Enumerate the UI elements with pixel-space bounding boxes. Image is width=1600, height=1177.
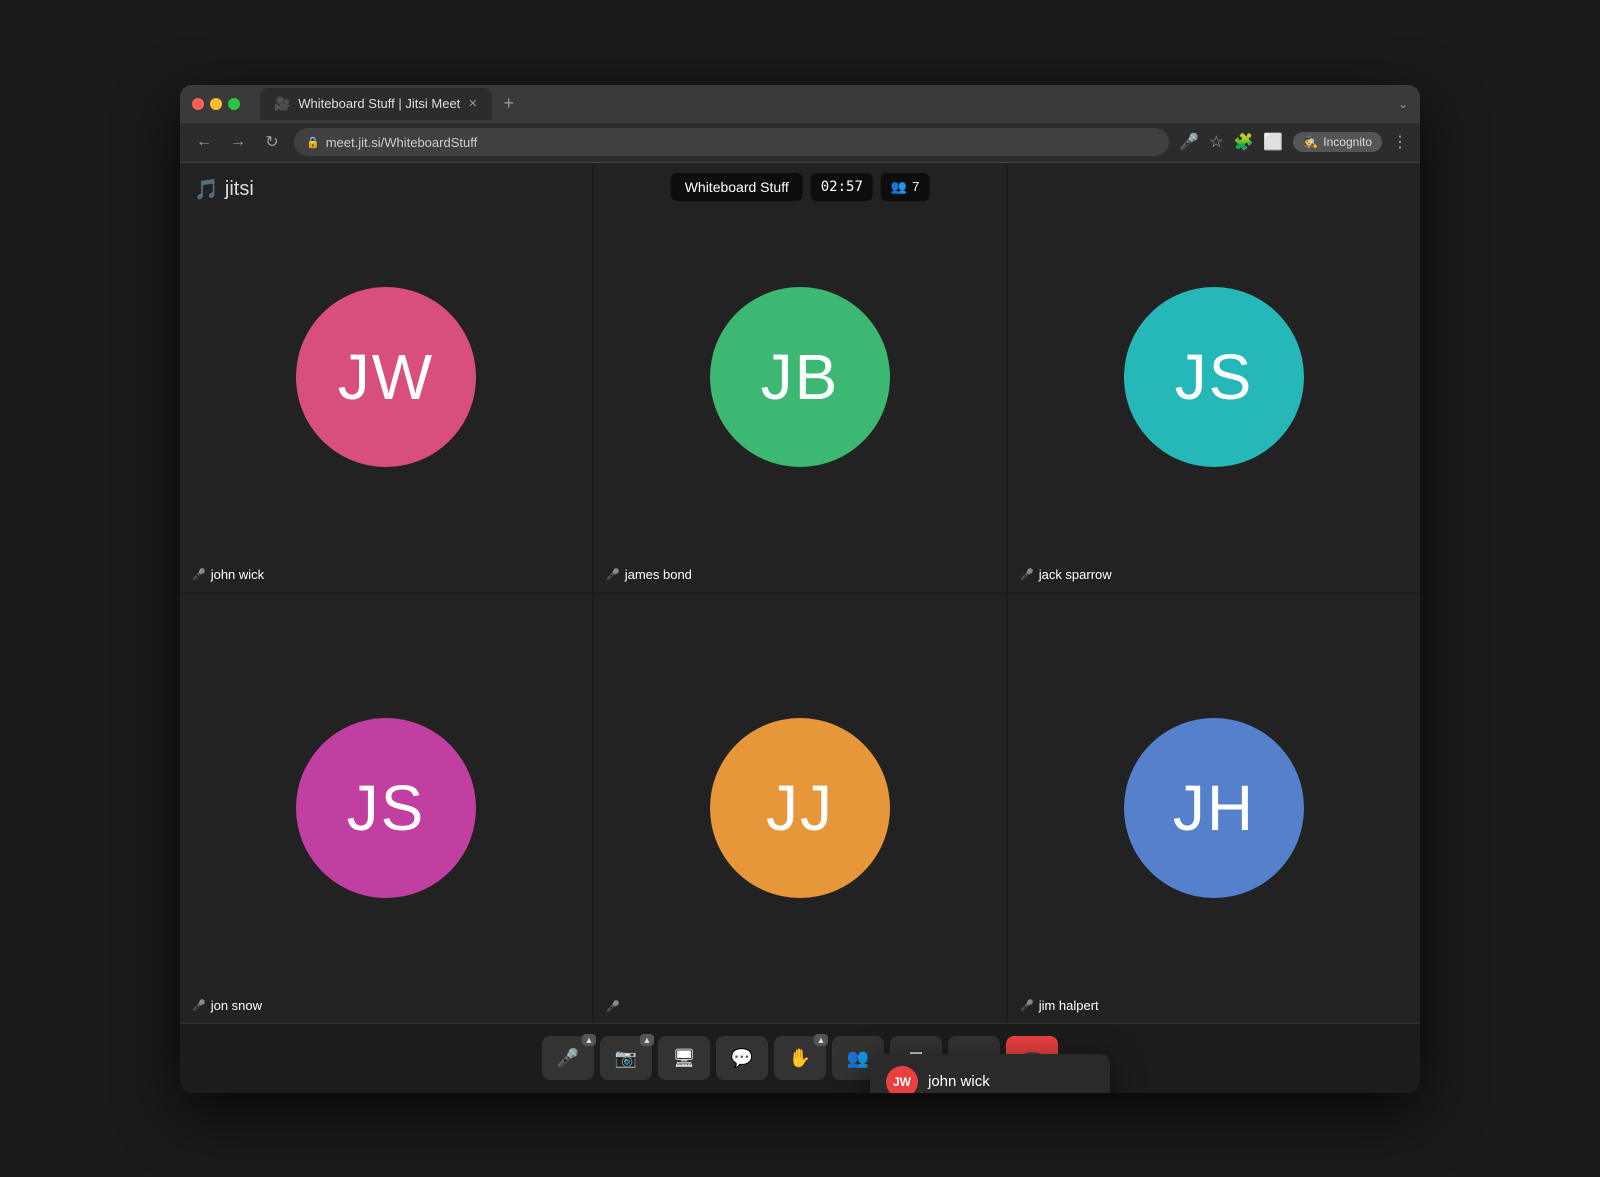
browser-menu-icon[interactable]: ⋮ <box>1392 132 1408 152</box>
jitsi-text: jitsi <box>225 178 254 201</box>
reload-button[interactable]: ↻ <box>260 132 284 152</box>
video-cell-jsnow: JS 🎤 jon snow <box>180 594 592 1023</box>
meeting-topbar: Whiteboard Stuff 02:57 👥 7 <box>671 173 930 201</box>
participant-label-jb: 🎤 james bond <box>606 567 692 582</box>
camera-button[interactable]: 📷 ▲ <box>600 1036 652 1080</box>
raise-hand-button[interactable]: ✋ ▲ <box>774 1036 826 1080</box>
bookmark-icon[interactable]: ☆ <box>1209 132 1223 152</box>
meeting-toolbar: 🎤 ▲ 📷 ▲ 🖥 💬 ✋ ▲ 👥 ⊞ <box>180 1023 1420 1093</box>
close-button[interactable] <box>192 98 204 110</box>
video-grid: JW 🎤 john wick JB 🎤 james bond JS 🎤 jack… <box>180 163 1420 1023</box>
avatar-js1: JS <box>1124 287 1304 467</box>
title-bar: 🎥 Whiteboard Stuff | Jitsi Meet ✕ + ⌄ <box>180 85 1420 123</box>
participant-label-jw: 🎤 john wick <box>192 567 264 582</box>
meeting-area: 🎵 jitsi Whiteboard Stuff 02:57 👥 7 JW 🎤 … <box>180 163 1420 1093</box>
participant-name-js1: jack sparrow <box>1039 567 1112 582</box>
chat-icon: 💬 <box>731 1048 753 1069</box>
menu-user-avatar: JW <box>886 1066 918 1093</box>
tab-manager-icon[interactable]: ⬜ <box>1263 132 1283 152</box>
avatar-jw: JW <box>296 287 476 467</box>
participant-count: 7 <box>912 179 919 194</box>
meeting-title: Whiteboard Stuff <box>671 173 803 201</box>
participant-label-js1: 🎤 jack sparrow <box>1020 567 1112 582</box>
active-tab[interactable]: 🎥 Whiteboard Stuff | Jitsi Meet ✕ <box>260 88 492 120</box>
mic-icon-jh: 🎤 <box>1020 999 1034 1012</box>
camera-chevron-icon: ▲ <box>640 1034 654 1046</box>
mic-icon-jw: 🎤 <box>192 568 206 581</box>
new-tab-button[interactable]: + <box>498 93 521 114</box>
participant-name-jw: john wick <box>211 567 264 582</box>
tab-bar: 🎥 Whiteboard Stuff | Jitsi Meet ✕ + ⌄ <box>260 88 1408 120</box>
mic-icon-jb: 🎤 <box>606 568 620 581</box>
back-button[interactable]: ← <box>192 133 216 151</box>
avatar-jsnow: JS <box>296 718 476 898</box>
incognito-icon: 🕵 <box>1303 135 1318 149</box>
participant-name-jh: jim halpert <box>1039 998 1099 1013</box>
participants-icon: 👥 <box>891 179 907 195</box>
participants-btn-icon: 👥 <box>847 1048 869 1069</box>
dropdown-menu: JW john wick 👤 Invite people ⚙ Performan… <box>870 1054 1110 1093</box>
mic-icon-js1: 🎤 <box>1020 568 1034 581</box>
jitsi-logo: 🎵 jitsi <box>194 177 254 202</box>
address-actions: 🎤 ☆ 🧩 ⬜ 🕵 Incognito ⋮ <box>1179 132 1408 152</box>
raise-hand-chevron-icon: ▲ <box>814 1034 828 1046</box>
participant-label-jh: 🎤 jim halpert <box>1020 998 1099 1013</box>
participants-badge[interactable]: 👥 7 <box>881 173 929 201</box>
avatar-jh: JH <box>1124 718 1304 898</box>
forward-button[interactable]: → <box>226 133 250 151</box>
avatar-jj: JJ <box>710 718 890 898</box>
url-bar[interactable]: 🔒 meet.jit.si/WhiteboardStuff <box>294 128 1169 156</box>
video-cell-jh: JH 🎤 jim halpert <box>1008 594 1420 1023</box>
participant-name-jb: james bond <box>625 567 692 582</box>
tab-title: Whiteboard Stuff | Jitsi Meet <box>298 96 460 111</box>
chat-button[interactable]: 💬 <box>716 1036 768 1080</box>
traffic-lights <box>192 98 240 110</box>
tab-close-button[interactable]: ✕ <box>468 97 477 110</box>
video-cell-js1: JS 🎤 jack sparrow <box>1008 163 1420 592</box>
raise-hand-icon: ✋ <box>789 1048 811 1069</box>
tab-favicon: 🎥 <box>274 96 290 112</box>
mic-chevron-icon: ▲ <box>582 1034 596 1046</box>
incognito-badge: 🕵 Incognito <box>1293 132 1382 152</box>
jitsi-icon: 🎵 <box>194 177 219 202</box>
avatar-jb: JB <box>710 287 890 467</box>
menu-user-initials: JW <box>893 1075 911 1089</box>
browser-window: 🎥 Whiteboard Stuff | Jitsi Meet ✕ + ⌄ ← … <box>180 85 1420 1093</box>
screen-share-button[interactable]: 🖥 <box>658 1036 710 1080</box>
participant-label-jsnow: 🎤 jon snow <box>192 998 262 1013</box>
screen-share-icon: 🖥 <box>673 1048 696 1069</box>
camera-btn-icon: 📷 <box>615 1048 637 1069</box>
mic-icon-jsnow: 🎤 <box>192 999 206 1012</box>
video-cell-jw: JW 🎤 john wick <box>180 163 592 592</box>
extensions-icon[interactable]: 🧩 <box>1234 132 1254 152</box>
url-text: meet.jit.si/WhiteboardStuff <box>326 135 478 150</box>
mic-icon-jj: 🎤 <box>606 1000 620 1013</box>
incognito-label: Incognito <box>1323 135 1372 149</box>
meeting-timer: 02:57 <box>811 173 873 201</box>
mic-btn-icon: 🎤 <box>557 1048 579 1069</box>
mic-permission-icon[interactable]: 🎤 <box>1179 132 1199 152</box>
minimize-button[interactable] <box>210 98 222 110</box>
tab-collapse-button[interactable]: ⌄ <box>1398 97 1408 111</box>
participant-label-jj: 🎤 <box>606 1000 620 1013</box>
video-cell-jb: JB 🎤 james bond <box>594 163 1006 592</box>
address-bar: ← → ↻ 🔒 meet.jit.si/WhiteboardStuff 🎤 ☆ … <box>180 123 1420 163</box>
mic-button[interactable]: 🎤 ▲ <box>542 1036 594 1080</box>
menu-user-header: JW john wick <box>870 1054 1110 1093</box>
lock-icon: 🔒 <box>306 136 320 149</box>
menu-username: john wick <box>928 1073 990 1090</box>
participant-name-jsnow: jon snow <box>211 998 262 1013</box>
video-cell-jj: JJ 🎤 <box>594 594 1006 1023</box>
maximize-button[interactable] <box>228 98 240 110</box>
